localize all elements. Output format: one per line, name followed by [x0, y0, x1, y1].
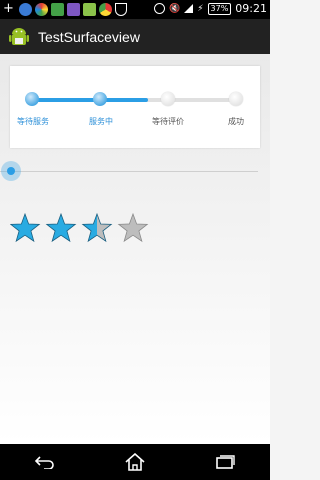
alarm-icon — [153, 3, 165, 14]
action-bar: TestSurfaceview — [0, 19, 270, 54]
status-indicators: 🔇 ⚡ 37% 09:21 — [153, 2, 267, 15]
seek-bar-thumb[interactable] — [1, 161, 21, 181]
home-icon — [125, 453, 145, 471]
k-app-icon — [19, 3, 32, 16]
step-track — [32, 98, 242, 102]
step-label-4: 成功 — [228, 117, 244, 126]
step-node-4 — [229, 92, 243, 106]
navigation-bar — [0, 444, 270, 480]
step-label-1: 等待服务 — [17, 117, 49, 126]
notification-icons: + — [3, 1, 127, 16]
rating-star[interactable] — [81, 213, 113, 243]
purple-app-icon — [67, 3, 80, 16]
clock: 09:21 — [235, 2, 267, 15]
chrome-icon — [99, 3, 112, 16]
shield-icon — [115, 3, 127, 16]
back-button[interactable] — [30, 450, 60, 474]
recents-button[interactable] — [210, 450, 240, 474]
home-button[interactable] — [120, 450, 150, 474]
step-node-2 — [93, 92, 107, 106]
seek-bar-track[interactable] — [0, 171, 258, 172]
rating-star[interactable] — [117, 213, 149, 243]
step-label-3: 等待评价 — [152, 117, 184, 126]
step-track-fill — [32, 98, 148, 102]
step-progress-card: 等待服务 服务中 等待评价 成功 — [10, 66, 260, 148]
image-app-icon — [83, 3, 96, 16]
content-area: 等待服务 服务中 等待评价 成功 — [0, 54, 270, 444]
android-app-icon — [8, 26, 30, 48]
battery-level: 37% — [207, 2, 232, 15]
step-node-3 — [161, 92, 175, 106]
color-app-icon — [35, 3, 48, 16]
step-node-1 — [25, 92, 39, 106]
signal-icon — [184, 4, 194, 13]
back-icon — [34, 456, 54, 469]
seek-bar-thumb-center — [7, 167, 15, 175]
rating-bar[interactable] — [10, 213, 160, 243]
recents-icon — [216, 455, 235, 469]
plus-icon: + — [3, 1, 14, 16]
step-label-2: 服务中 — [89, 117, 113, 126]
status-bar: + 🔇 ⚡ 37% 09:21 — [0, 0, 270, 19]
green-app-icon — [51, 3, 64, 16]
charging-icon: ⚡ — [197, 3, 204, 14]
rating-star[interactable] — [10, 213, 41, 243]
rating-star[interactable] — [45, 213, 77, 243]
app-title: TestSurfaceview — [38, 28, 140, 45]
mute-icon: 🔇 — [168, 3, 181, 14]
